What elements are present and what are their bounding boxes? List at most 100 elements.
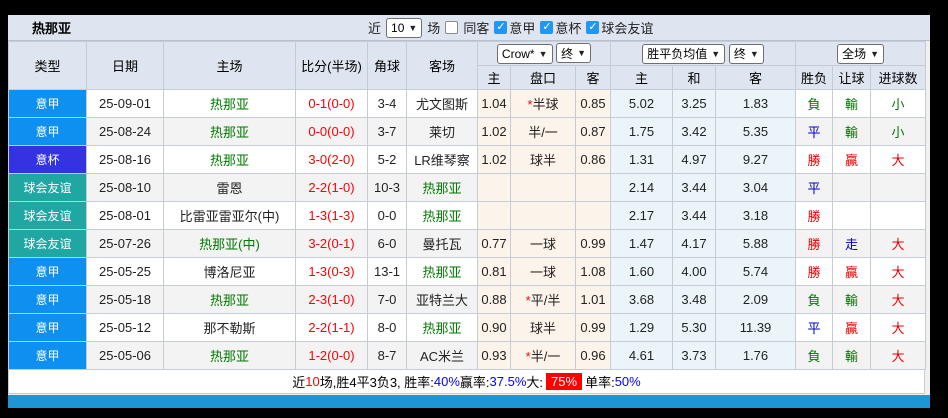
league-type-badge[interactable]: 意杯 — [8, 145, 87, 174]
match-score[interactable]: 1-3(0-3) — [295, 257, 368, 286]
away-team[interactable]: 亚特兰大 — [406, 285, 478, 314]
odds-final-select[interactable]: 终 ▼ — [728, 43, 764, 64]
odds-draw: 3.44 — [672, 173, 716, 202]
league-type-badge[interactable]: 意甲 — [8, 257, 87, 286]
handicap-home-odds — [477, 201, 511, 230]
wdl-result: 平 — [795, 313, 834, 342]
away-team[interactable]: 曼托瓦 — [406, 229, 478, 258]
match-table-body: 意甲 25-09-01 热那亚 0-1(0-0) 3-4 尤文图斯 1.04 *半球 0.85 5… — [8, 89, 927, 370]
col-header-eu-draw: 和 — [672, 65, 716, 90]
match-score[interactable]: 2-3(1-0) — [295, 285, 368, 314]
page: { "header": { "title": "热那亚", "near_labe… — [0, 0, 948, 418]
handicap-result: 輸 — [832, 117, 872, 146]
home-team[interactable]: 热那亚(中) — [163, 229, 296, 258]
home-team[interactable]: 比雷亚雷亚尔(中) — [163, 201, 296, 230]
home-team[interactable]: 雷恩 — [163, 173, 296, 202]
stats-panel: 热那亚 近 10 ▼ 场 同客 ✓ 意甲 ✓ 意杯 ✓ 球会友谊 类型 日期 主… — [8, 15, 930, 408]
league-type-badge[interactable]: 球会友谊 — [8, 201, 87, 230]
home-team[interactable]: 热那亚 — [163, 89, 296, 118]
match-score[interactable]: 2-2(1-1) — [295, 313, 368, 342]
away-team[interactable]: 莱切 — [406, 117, 478, 146]
home-team[interactable]: 那不勒斯 — [163, 313, 296, 342]
table-row: 意甲 25-05-12 那不勒斯 2-2(1-1) 8-0 热那亚 0.90 球半 0.99 1.… — [8, 313, 927, 342]
odds-away: 11.39 — [714, 313, 797, 342]
away-team[interactable]: 热那亚 — [406, 173, 478, 202]
filter-serie-a-checkbox[interactable]: ✓ — [494, 21, 508, 34]
col-header-type: 类型 — [8, 41, 87, 90]
chevron-down-icon: ▼ — [577, 48, 587, 59]
match-score[interactable]: 3-2(0-1) — [295, 229, 368, 258]
match-score[interactable]: 2-2(1-0) — [295, 173, 368, 202]
col-header-ah-home: 主 — [477, 65, 511, 90]
col-header-home: 主场 — [163, 41, 296, 90]
match-date: 25-08-01 — [86, 201, 164, 230]
league-type-badge[interactable]: 意甲 — [8, 285, 87, 314]
handicap-away-odds: 1.01 — [575, 285, 611, 314]
summary-segment: 75% — [546, 373, 583, 390]
col-header-score: 比分(半场) — [295, 41, 368, 90]
league-type-badge[interactable]: 意甲 — [8, 313, 87, 342]
match-score[interactable]: 1-3(1-3) — [295, 201, 368, 230]
away-team[interactable]: 尤文图斯 — [406, 89, 478, 118]
home-team[interactable]: 热那亚 — [163, 145, 296, 174]
summary-segment: 大: — [526, 375, 544, 390]
bookmaker-select[interactable]: Crow* ▼ — [496, 43, 553, 64]
match-date: 25-08-10 — [86, 173, 164, 202]
handicap-line: 一球 — [510, 257, 576, 286]
home-team[interactable]: 博洛尼亚 — [163, 257, 296, 286]
league-type-badge[interactable]: 意甲 — [8, 89, 87, 118]
handicap-home-odds: 0.88 — [477, 285, 511, 314]
odds-draw: 5.30 — [672, 313, 716, 342]
away-team[interactable]: AC米兰 — [406, 341, 478, 370]
away-team[interactable]: 热那亚 — [406, 313, 478, 342]
league-type-badge[interactable]: 球会友谊 — [8, 173, 87, 202]
handicap-line: 球半 — [510, 313, 576, 342]
col-header-date: 日期 — [86, 41, 164, 90]
same-away-checkbox[interactable] — [445, 21, 459, 34]
col-header-corner: 角球 — [367, 41, 407, 90]
match-score[interactable]: 1-2(0-0) — [295, 341, 368, 370]
live-star-icon: * — [525, 349, 531, 364]
handicap-result: 走 — [832, 229, 872, 258]
league-type-badge[interactable]: 意甲 — [8, 117, 87, 146]
handicap-away-odds: 0.85 — [575, 89, 611, 118]
match-date: 25-08-24 — [86, 117, 164, 146]
odds-home: 3.68 — [610, 285, 673, 314]
odds-type-select[interactable]: 胜平负均值 ▼ — [642, 43, 726, 64]
summary-segment: 40% — [433, 374, 460, 389]
league-type-badge[interactable]: 球会友谊 — [8, 229, 87, 258]
wdl-result: 平 — [795, 117, 834, 146]
odds-away: 5.74 — [714, 257, 797, 286]
handicap-away-odds: 0.86 — [575, 145, 611, 174]
odds-home: 5.02 — [610, 89, 673, 118]
handicap-result — [832, 173, 872, 202]
odds-home: 1.29 — [610, 313, 673, 342]
handicap-home-odds: 0.93 — [477, 341, 511, 370]
handicap-final-select[interactable]: 终 ▼ — [556, 43, 592, 64]
filter-coppa-checkbox[interactable]: ✓ — [540, 21, 554, 34]
recent-count-select[interactable]: 10 ▼ — [386, 17, 423, 38]
match-score[interactable]: 0-1(0-0) — [295, 89, 368, 118]
league-type-badge[interactable]: 意甲 — [8, 341, 87, 370]
corner-score: 6-0 — [367, 229, 407, 258]
handicap-result: 輸 — [832, 89, 872, 118]
away-team[interactable]: 热那亚 — [406, 201, 478, 230]
away-team[interactable]: LR维琴察 — [406, 145, 478, 174]
corner-score: 3-4 — [367, 89, 407, 118]
summary-segment: 10 — [305, 374, 320, 389]
match-score[interactable]: 3-0(2-0) — [295, 145, 368, 174]
handicap-home-odds: 1.04 — [477, 89, 511, 118]
corner-score: 7-0 — [367, 285, 407, 314]
handicap-away-odds: 0.87 — [575, 117, 611, 146]
filter-friendly-checkbox[interactable]: ✓ — [586, 21, 600, 34]
table-row: 意甲 25-05-25 博洛尼亚 1-3(0-3) 13-1 热那亚 0.81 一球 1.08 1… — [8, 257, 927, 286]
home-team[interactable]: 热那亚 — [163, 285, 296, 314]
away-team[interactable]: 热那亚 — [406, 257, 478, 286]
goals-result: 小 — [870, 89, 927, 118]
scope-select[interactable]: 全场 ▼ — [837, 43, 884, 64]
wdl-result: 負 — [795, 89, 834, 118]
home-team[interactable]: 热那亚 — [163, 117, 296, 146]
match-score[interactable]: 0-0(0-0) — [295, 117, 368, 146]
filter-controls: 近 10 ▼ 场 同客 ✓ 意甲 ✓ 意杯 ✓ 球会友谊 — [368, 15, 653, 40]
home-team[interactable]: 热那亚 — [163, 341, 296, 370]
